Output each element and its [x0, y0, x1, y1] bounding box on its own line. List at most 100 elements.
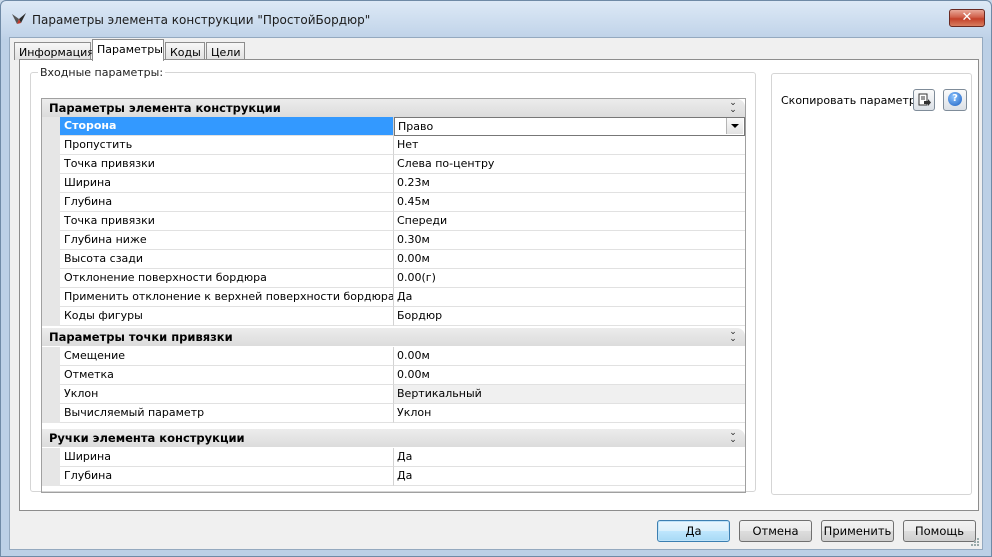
param-value[interactable]: 0.00м [394, 347, 745, 366]
copy-parameters-panel: Скопировать параметры ? [771, 73, 972, 495]
param-value[interactable]: 0.30м [394, 231, 745, 250]
param-row[interactable]: Сторона Право [42, 117, 745, 136]
cancel-button[interactable]: Отмена [739, 520, 812, 542]
dialog-window: Параметры элемента конструкции "ПростойБ… [0, 0, 992, 557]
row-gutter [42, 269, 60, 288]
row-gutter [42, 212, 60, 231]
section-title: Параметры элемента конструкции [49, 101, 281, 115]
param-value-select[interactable]: Право [394, 117, 745, 136]
param-name: Отметка [60, 366, 394, 385]
section-header-handles[interactable]: Ручки элемента конструкции ⌄ ⌄ [42, 429, 745, 447]
param-row[interactable]: Точка привязки Слева по-центру [42, 155, 745, 174]
param-row[interactable]: Применить отклонение к верхней поверхнос… [42, 288, 745, 307]
param-name: Смещение [60, 347, 394, 366]
param-name: Ширина [60, 448, 394, 467]
param-value[interactable]: Да [394, 288, 745, 307]
param-value[interactable]: 0.00м [394, 250, 745, 269]
copy-parameters-button[interactable] [913, 89, 935, 111]
param-value[interactable]: Слева по-центру [394, 155, 745, 174]
section-header-element-params[interactable]: Параметры элемента конструкции ⌄ ⌄ [42, 99, 745, 117]
param-name: Сторона [60, 117, 394, 136]
param-row[interactable]: Ширина Да [42, 448, 745, 467]
section-title: Ручки элемента конструкции [49, 431, 245, 445]
param-name: Отклонение поверхности бордюра [60, 269, 394, 288]
param-value: Право [398, 120, 434, 133]
param-name: Глубина ниже [60, 231, 394, 250]
param-name: Применить отклонение к верхней поверхнос… [60, 288, 394, 307]
param-value[interactable]: Да [394, 467, 745, 486]
close-button[interactable]: ✕ [949, 9, 985, 27]
tab-info[interactable]: Информация [14, 42, 94, 60]
title-bar[interactable]: Параметры элемента конструкции "ПростойБ… [1, 1, 991, 37]
collapse-chevron-icon[interactable]: ⌄ ⌄ [727, 429, 739, 445]
row-gutter [42, 174, 60, 193]
param-value[interactable]: 0.00(г) [394, 269, 745, 288]
tab-parameters[interactable]: Параметры [92, 39, 164, 61]
row-gutter [42, 404, 60, 423]
row-gutter [42, 250, 60, 269]
param-name: Уклон [60, 385, 394, 404]
param-name: Глубина [60, 193, 394, 212]
param-name: Глубина [60, 467, 394, 486]
row-gutter [42, 366, 60, 385]
tab-targets[interactable]: Цели [206, 42, 245, 60]
collapse-chevron-icon[interactable]: ⌄ ⌄ [727, 99, 739, 115]
param-name: Высота сзади [60, 250, 394, 269]
parameters-grid: Параметры элемента конструкции ⌄ ⌄ Сторон… [41, 98, 746, 493]
row-gutter [42, 117, 60, 136]
input-parameters-group: Входные параметры: Параметры элемента ко… [30, 66, 756, 493]
help-icon-button[interactable]: ? [943, 89, 967, 111]
param-value[interactable]: Да [394, 448, 745, 467]
param-value: Вертикальный [394, 385, 745, 404]
dropdown-arrow-icon[interactable] [726, 118, 743, 134]
row-gutter [42, 467, 60, 486]
param-row[interactable]: Ширина 0.23м [42, 174, 745, 193]
row-gutter [42, 231, 60, 250]
param-row[interactable]: Коды фигуры Бордюр [42, 307, 745, 326]
row-gutter [42, 448, 60, 467]
collapse-chevron-icon[interactable]: ⌄ ⌄ [727, 328, 739, 344]
param-value[interactable]: Уклон [394, 404, 745, 423]
ok-button[interactable]: Да [657, 520, 730, 542]
help-button[interactable]: Помощь [903, 520, 976, 542]
row-gutter [42, 307, 60, 326]
section-header-anchor-params[interactable]: Параметры точки привязки ⌄ ⌄ [42, 328, 745, 346]
param-name: Вычисляемый параметр [60, 404, 394, 423]
app-icon [12, 13, 26, 24]
param-name: Точка привязки [60, 155, 394, 174]
param-row[interactable]: Глубина 0.45м [42, 193, 745, 212]
dialog-client-area: Информация Параметры Коды Цели Входные п… [9, 37, 983, 550]
param-value[interactable]: 0.00м [394, 366, 745, 385]
param-row[interactable]: Глубина Да [42, 467, 745, 486]
param-name: Пропустить [60, 136, 394, 155]
apply-button[interactable]: Применить [821, 520, 894, 542]
help-icon: ? [948, 92, 962, 106]
param-row[interactable]: Вычисляемый параметр Уклон [42, 404, 745, 423]
param-row[interactable]: Глубина ниже 0.30м [42, 231, 745, 250]
param-row[interactable]: Отклонение поверхности бордюра 0.00(г) [42, 269, 745, 288]
row-gutter [42, 288, 60, 307]
section-title: Параметры точки привязки [49, 330, 233, 344]
param-row[interactable]: Пропустить Нет [42, 136, 745, 155]
param-name: Ширина [60, 174, 394, 193]
param-value[interactable]: Спереди [394, 212, 745, 231]
param-name: Точка привязки [60, 212, 394, 231]
input-parameters-legend: Входные параметры: [38, 66, 166, 79]
param-row[interactable]: Отметка 0.00м [42, 366, 745, 385]
copy-params-icon [918, 93, 931, 106]
resize-grip-icon[interactable] [970, 537, 980, 547]
parameters-tab-panel: Входные параметры: Параметры элемента ко… [19, 59, 979, 511]
param-value[interactable]: Нет [394, 136, 745, 155]
param-row[interactable]: Смещение 0.00м [42, 347, 745, 366]
window-title: Параметры элемента конструкции "ПростойБ… [32, 13, 371, 27]
param-value[interactable]: Бордюр [394, 307, 745, 326]
param-row[interactable]: Высота сзади 0.00м [42, 250, 745, 269]
row-gutter [42, 155, 60, 174]
param-value[interactable]: 0.23м [394, 174, 745, 193]
param-row[interactable]: Уклон Вертикальный [42, 385, 745, 404]
tab-codes[interactable]: Коды [165, 42, 205, 60]
param-row[interactable]: Точка привязки Спереди [42, 212, 745, 231]
param-value[interactable]: 0.45м [394, 193, 745, 212]
row-gutter [42, 385, 60, 404]
row-gutter [42, 136, 60, 155]
